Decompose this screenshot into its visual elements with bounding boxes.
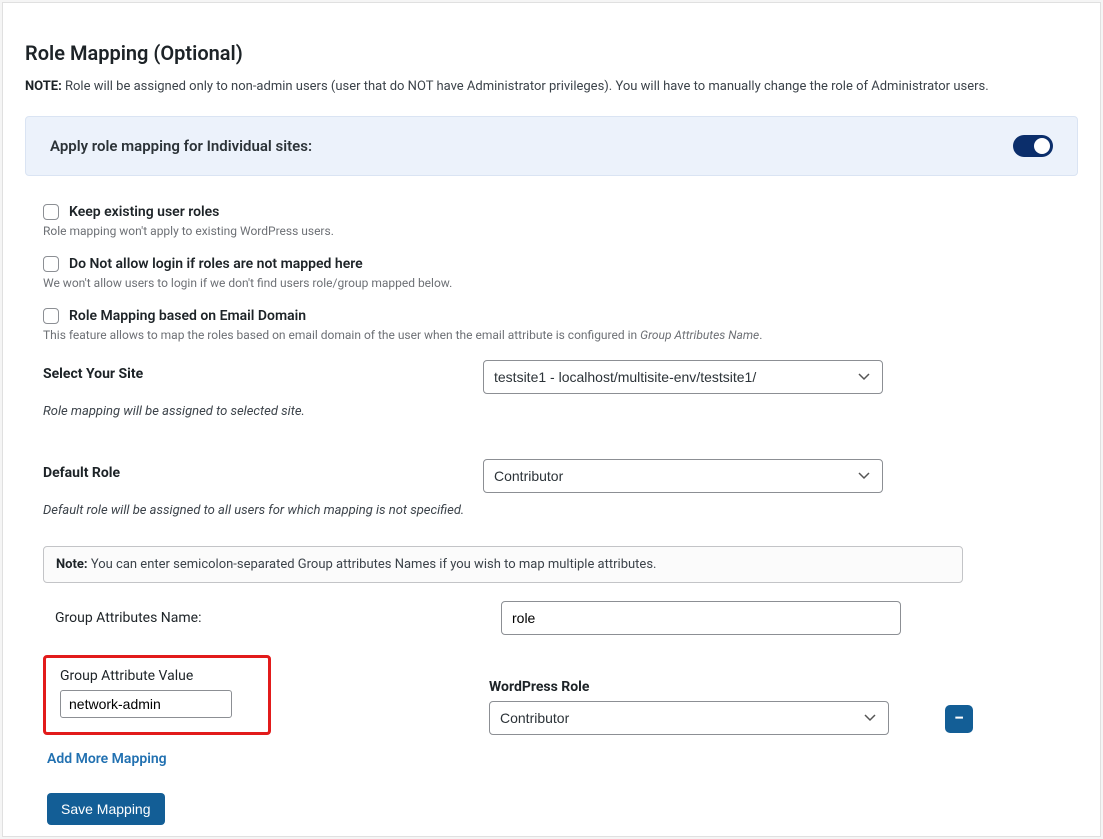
- add-mapping-link[interactable]: Add More Mapping: [47, 751, 167, 767]
- default-role-label: Default Role: [43, 459, 483, 481]
- checkbox-row-emaildomain: Role Mapping based on Email Domain: [43, 308, 1078, 324]
- role-mapping-panel: Role Mapping (Optional) NOTE: Role will …: [2, 2, 1101, 837]
- checkbox-row-nologin: Do Not allow login if roles are not mapp…: [43, 256, 1078, 272]
- gav-label: Group Attribute Value: [60, 668, 258, 684]
- wprole-select[interactable]: Contributor: [489, 701, 889, 735]
- keep-roles-checkbox[interactable]: [43, 204, 59, 220]
- individual-sites-toggle[interactable]: [1013, 135, 1053, 157]
- mapping-row: Group Attribute Value WordPress Role Con…: [43, 655, 1078, 735]
- nologin-label: Do Not allow login if roles are not mapp…: [69, 256, 363, 272]
- keep-roles-label: Keep existing user roles: [69, 204, 219, 220]
- default-role-select[interactable]: Contributor: [483, 459, 883, 493]
- emaildomain-checkbox[interactable]: [43, 308, 59, 324]
- page-title: Role Mapping (Optional): [25, 41, 1078, 65]
- emaildomain-label: Role Mapping based on Email Domain: [69, 308, 306, 324]
- site-field: Select Your Site testsite1 - localhost/m…: [43, 360, 1078, 441]
- note-label: NOTE:: [25, 79, 62, 94]
- minus-icon: −: [954, 710, 964, 728]
- nologin-help: We won't allow users to login if we don'…: [43, 276, 1078, 290]
- ga-name-input[interactable]: [501, 601, 901, 635]
- save-mapping-button[interactable]: Save Mapping: [47, 793, 165, 825]
- note-box-text: You can enter semicolon-separated Group …: [91, 557, 657, 572]
- checkbox-row-keep: Keep existing user roles: [43, 204, 1078, 220]
- emaildomain-help-em: Group Attributes Name: [640, 328, 759, 342]
- group-attributes-name-row: Group Attributes Name:: [55, 601, 1078, 635]
- toggle-bar: Apply role mapping for Individual sites:: [25, 116, 1078, 176]
- site-select[interactable]: testsite1 - localhost/multisite-env/test…: [483, 360, 883, 394]
- wprole-label: WordPress Role: [489, 679, 889, 695]
- nologin-checkbox[interactable]: [43, 256, 59, 272]
- note-box-label: Note:: [56, 557, 88, 572]
- default-role-help: Default role will be assigned to all use…: [43, 503, 883, 518]
- toggle-label: Apply role mapping for Individual sites:: [50, 137, 312, 155]
- note-text: Role will be assigned only to non-admin …: [65, 79, 989, 94]
- note-box: Note: You can enter semicolon-separated …: [43, 546, 963, 583]
- ga-name-label: Group Attributes Name:: [55, 610, 501, 626]
- note-row: NOTE: Role will be assigned only to non-…: [25, 79, 1078, 94]
- emaildomain-help-pre: This feature allows to map the roles bas…: [43, 328, 640, 342]
- wp-role-column: WordPress Role Contributor: [489, 679, 889, 735]
- emaildomain-help-post: .: [759, 328, 762, 342]
- keep-roles-help: Role mapping won't apply to existing Wor…: [43, 224, 1078, 238]
- gav-input[interactable]: [60, 690, 232, 718]
- site-help: Role mapping will be assigned to selecte…: [43, 404, 883, 419]
- remove-mapping-button[interactable]: −: [945, 705, 973, 733]
- site-label: Select Your Site: [43, 360, 483, 382]
- group-attribute-value-box: Group Attribute Value: [43, 655, 271, 735]
- default-role-field: Default Role Contributor Default role wi…: [43, 459, 1078, 540]
- emaildomain-help: This feature allows to map the roles bas…: [43, 328, 1078, 342]
